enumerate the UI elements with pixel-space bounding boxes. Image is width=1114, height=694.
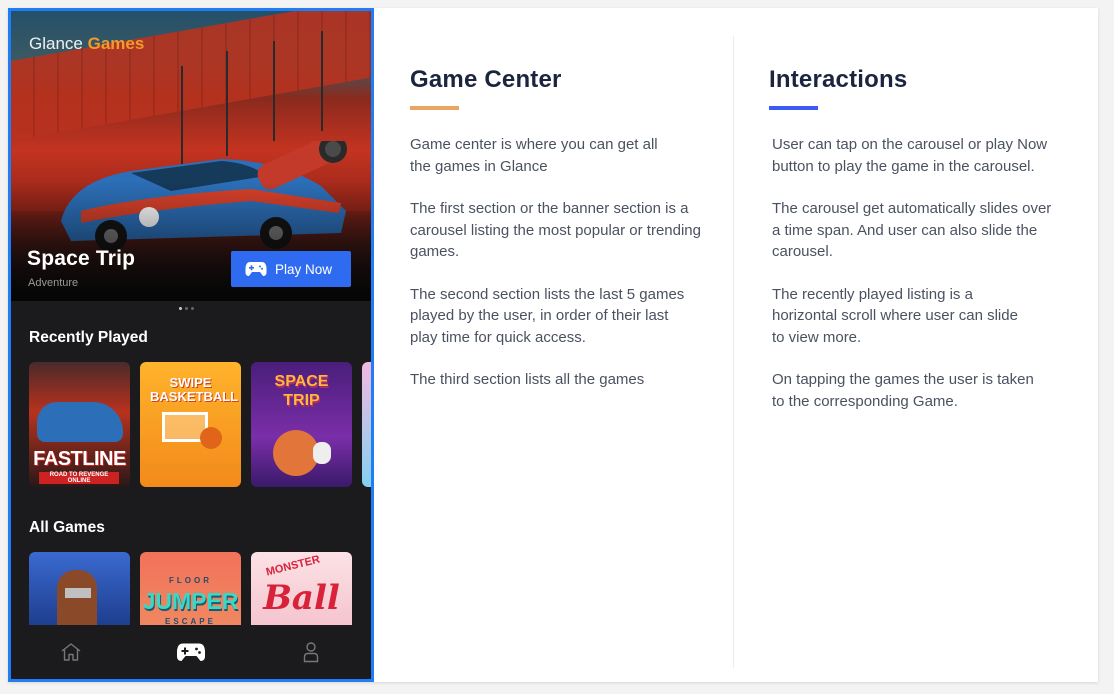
- home-icon: [61, 643, 81, 661]
- carousel-dot[interactable]: [179, 307, 182, 310]
- phone-mockup: Glance Games Space Trip Adventure Play N…: [8, 8, 374, 682]
- banner-game-genre: Adventure: [28, 277, 79, 289]
- hero-character-image: [57, 570, 97, 632]
- game-center-paragraph: The second section lists the last 5 game…: [410, 285, 685, 346]
- game-tile-partial[interactable]: [362, 362, 371, 487]
- interactions-paragraph: The recently played listing is a horizon…: [772, 285, 1018, 346]
- game-center-column: Game Center Game center is where you can…: [410, 66, 710, 391]
- carousel-dot[interactable]: [185, 307, 188, 310]
- game-tile-fastline[interactable]: FASTLINE ROAD TO REVENGE ONLINE: [29, 362, 130, 487]
- all-games-title: All Games: [29, 519, 105, 536]
- banner-game-title: Space Trip: [27, 247, 136, 270]
- game-tile-title: SPACE TRIP: [274, 373, 329, 409]
- game-tile-space-trip[interactable]: SPACE TRIP: [251, 362, 352, 487]
- game-tile-line2: JUMPER: [142, 588, 239, 614]
- interactions-paragraph: The carousel get automatically slides ov…: [772, 200, 1052, 260]
- astronaut-image: [313, 442, 331, 464]
- brand-prefix: Glance: [29, 34, 83, 53]
- light-pole: [321, 31, 323, 131]
- recently-played-title: Recently Played: [29, 329, 148, 346]
- light-pole: [273, 41, 275, 141]
- play-now-label: Play Now: [275, 261, 333, 277]
- carousel-dots: [179, 307, 194, 310]
- game-tile-line2: Ball: [263, 578, 340, 618]
- game-center-paragraph: Game center is where you can get all the…: [410, 136, 658, 175]
- interactions-column: Interactions User can tap on the carouse…: [769, 66, 1059, 412]
- car-thumbnail: [37, 402, 123, 442]
- carousel-dot[interactable]: [191, 307, 194, 310]
- play-now-button[interactable]: Play Now: [231, 251, 351, 287]
- stadium-wall: [11, 11, 371, 141]
- game-tile-floor-jumper[interactable]: FLOOR JUMPER ESCAPE: [140, 552, 241, 632]
- tab-home[interactable]: [51, 632, 91, 672]
- interactions-paragraph: User can tap on the carousel or play Now…: [772, 136, 1048, 175]
- game-tile-title: SWIPE BASKETBALL: [150, 375, 239, 404]
- game-tile-line1: FLOOR: [169, 576, 212, 585]
- game-center-paragraph: The third section lists all the games: [410, 371, 645, 388]
- brand-accent: Games: [87, 34, 145, 53]
- game-tile-title: FASTLINE: [33, 448, 126, 470]
- banner-carousel[interactable]: Glance Games Space Trip Adventure Play N…: [11, 11, 371, 301]
- heading-underline: [410, 106, 459, 110]
- game-tile-tagline: ROAD TO REVENGE ONLINE: [39, 472, 119, 484]
- gamepad-icon: [177, 643, 205, 661]
- interactions-paragraph: On tapping the games the user is taken t…: [772, 371, 1034, 410]
- profile-icon: [303, 642, 319, 663]
- tab-games[interactable]: [171, 632, 211, 672]
- game-tile-swipe-basketball[interactable]: SWIPE BASKETBALL: [140, 362, 241, 487]
- interactions-heading: Interactions: [769, 66, 908, 93]
- game-tile-hero[interactable]: [29, 552, 130, 632]
- game-center-paragraph: The first section or the banner section …: [410, 200, 701, 260]
- gamepad-icon: [245, 262, 267, 276]
- brand-logo: Glance Games: [29, 34, 144, 54]
- heading-underline: [769, 106, 818, 110]
- game-center-heading: Game Center: [410, 66, 562, 93]
- tab-profile[interactable]: [291, 632, 331, 672]
- basketball-image: [200, 427, 222, 449]
- hero-armor-image: [65, 588, 91, 598]
- column-divider: [733, 36, 734, 668]
- bottom-tab-bar: [11, 625, 371, 679]
- game-tile-monster-ball[interactable]: MONSTER Ball: [251, 552, 352, 632]
